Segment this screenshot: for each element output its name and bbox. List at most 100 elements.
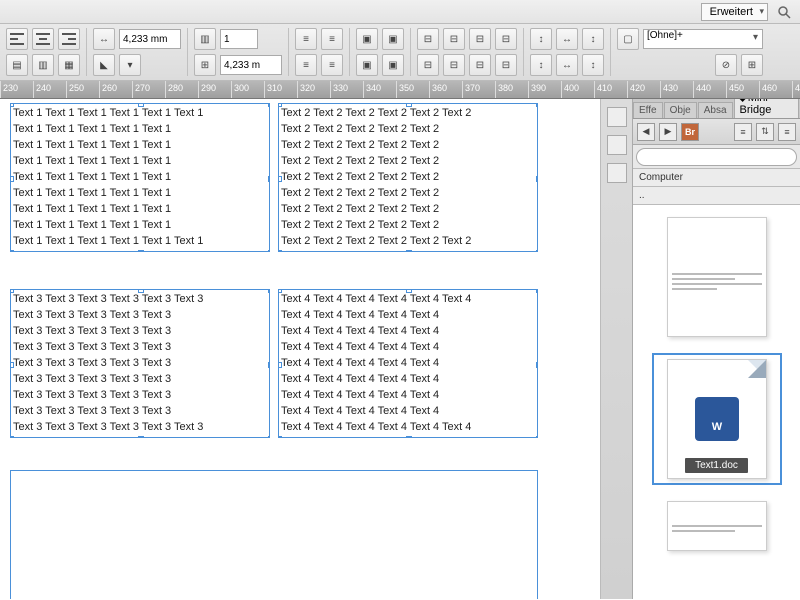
location-sub[interactable]: .. [633,187,800,205]
valign-top-icon[interactable]: ≡ [295,28,317,50]
selection-handle[interactable] [138,436,144,438]
panel-icon[interactable] [607,163,627,183]
empty-text-frame[interactable] [10,470,538,599]
file-thumbnail[interactable] [652,211,782,343]
space-1-icon[interactable]: ↕ [530,28,552,50]
nav-back-icon[interactable]: ◀ [637,123,655,141]
selection-handle[interactable] [406,436,412,438]
text-line: Text 4 Text 4 Text 4 Text 4 Text 4 Text … [281,291,535,307]
selection-handle[interactable] [138,103,144,107]
corner-dropdown-icon[interactable]: ▾ [119,54,141,76]
dist-7-icon[interactable]: ⊟ [469,54,491,76]
ruler-tick: 310 [264,81,282,98]
search-icon[interactable] [776,4,792,20]
align-top-icon[interactable]: ▤ [6,54,28,76]
dist-2-icon[interactable]: ⊟ [443,28,465,50]
clear-override-icon[interactable]: ⊘ [715,54,737,76]
selection-handle[interactable] [536,250,538,252]
corner-options-icon[interactable]: ◣ [93,54,115,76]
space-2-icon[interactable]: ↔ [556,28,578,50]
object-style-select[interactable]: [Ohne]+ [643,29,763,49]
sort-options-icon[interactable]: ⇅ [756,123,774,141]
selection-handle[interactable] [536,176,538,182]
selection-handle[interactable] [278,250,282,252]
collapsed-panel-dock[interactable] [600,99,632,599]
selection-handle[interactable] [406,289,412,293]
selection-handle[interactable] [268,289,270,293]
workspace-dropdown[interactable]: Erweitert [701,3,768,21]
text-frame-2[interactable]: Text 2 Text 2 Text 2 Text 2 Text 2 Text … [278,103,538,252]
align-left-icon[interactable] [6,28,28,50]
valign-bottom-icon[interactable]: ≡ [295,54,317,76]
align-middle-icon[interactable]: ▥ [32,54,54,76]
view-options-icon[interactable]: ≡ [734,123,752,141]
valign-justify-icon[interactable]: ≡ [321,54,343,76]
columns-field[interactable] [220,29,258,49]
selection-handle[interactable] [278,436,282,438]
textwrap-4-icon[interactable]: ▣ [382,54,404,76]
valign-center-icon[interactable]: ≡ [321,28,343,50]
panel-menu-icon[interactable]: ≡ [778,123,796,141]
selection-handle[interactable] [406,250,412,252]
mini-bridge-content[interactable]: W Text1.doc [633,205,800,599]
space-3-icon[interactable]: ↕ [582,28,604,50]
dist-8-icon[interactable]: ⊟ [495,54,517,76]
dist-1-icon[interactable]: ⊟ [417,28,439,50]
selection-handle[interactable] [278,176,282,182]
frame-width-field[interactable] [119,29,181,49]
dist-3-icon[interactable]: ⊟ [469,28,491,50]
tab-paragraph[interactable]: Absa [698,102,733,118]
align-right-icon[interactable] [58,28,80,50]
dist-6-icon[interactable]: ⊟ [443,54,465,76]
panel-icon[interactable] [607,107,627,127]
bridge-icon[interactable]: Br [681,123,699,141]
textwrap-2-icon[interactable]: ▣ [382,28,404,50]
horizontal-ruler[interactable]: 2302402502602702802903003103203303403503… [0,81,800,99]
space-4-icon[interactable]: ↕ [530,54,552,76]
selection-handle[interactable] [10,436,14,438]
selection-handle[interactable] [138,289,144,293]
text-frame-3[interactable]: Text 3 Text 3 Text 3 Text 3 Text 3 Text … [10,289,270,438]
selection-handle[interactable] [278,362,282,368]
selection-handle[interactable] [268,250,270,252]
selection-handle[interactable] [536,436,538,438]
textwrap-1-icon[interactable]: ▣ [356,28,378,50]
text-frame-1[interactable]: Text 1 Text 1 Text 1 Text 1 Text 1 Text … [10,103,270,252]
selection-handle[interactable] [268,436,270,438]
gutter-field[interactable] [220,55,282,75]
nav-forward-icon[interactable]: ▶ [659,123,677,141]
selection-handle[interactable] [268,176,270,182]
selection-handle[interactable] [10,176,14,182]
location-breadcrumb[interactable]: Computer [633,169,800,187]
selection-handle[interactable] [536,289,538,293]
dist-5-icon[interactable]: ⊟ [417,54,439,76]
selection-handle[interactable] [268,103,270,107]
style-options-icon[interactable]: ⊞ [741,54,763,76]
selection-handle[interactable] [278,289,282,293]
text-frame-4[interactable]: Text 4 Text 4 Text 4 Text 4 Text 4 Text … [278,289,538,438]
space-5-icon[interactable]: ↔ [556,54,578,76]
selection-handle[interactable] [406,103,412,107]
selection-handle[interactable] [10,289,14,293]
align-center-icon[interactable] [32,28,54,50]
selection-handle[interactable] [268,362,270,368]
space-6-icon[interactable]: ↕ [582,54,604,76]
search-input[interactable] [636,148,797,166]
selection-handle[interactable] [138,250,144,252]
selection-handle[interactable] [278,103,282,107]
file-thumbnail-selected[interactable]: W Text1.doc [652,353,782,485]
panel-icon[interactable] [607,135,627,155]
document-canvas[interactable]: Text 1 Text 1 Text 1 Text 1 Text 1 Text … [0,99,600,599]
selection-handle[interactable] [536,103,538,107]
selection-handle[interactable] [536,362,538,368]
tab-object[interactable]: Obje [664,102,697,118]
tab-effects[interactable]: Effe [633,102,663,118]
dist-4-icon[interactable]: ⊟ [495,28,517,50]
selection-handle[interactable] [10,362,14,368]
file-thumbnail[interactable] [652,495,782,557]
selection-handle[interactable] [10,250,14,252]
selection-handle[interactable] [10,103,14,107]
text-line: Text 2 Text 2 Text 2 Text 2 Text 2 [281,169,535,185]
textwrap-3-icon[interactable]: ▣ [356,54,378,76]
align-bottom-icon[interactable]: ▦ [58,54,80,76]
